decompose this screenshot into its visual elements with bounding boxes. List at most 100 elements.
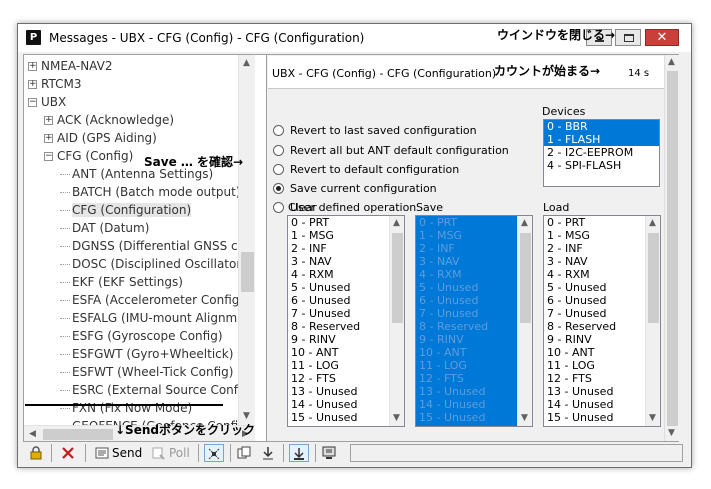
clear-section-item[interactable]: 9 - RINV (288, 333, 404, 346)
save-section-item[interactable]: 13 - Unused (416, 385, 532, 398)
tree-item[interactable]: ESFG (Gyroscope Config) (60, 327, 223, 345)
maximize-button[interactable] (615, 29, 641, 46)
scroll-up-icon[interactable]: ▲ (668, 57, 675, 67)
delete-button[interactable] (61, 444, 78, 462)
tree-item[interactable]: ESRC (External Source Confic (60, 381, 248, 399)
lock-button[interactable] (29, 444, 46, 462)
tree-item[interactable]: + ACK (Acknowledge) (44, 111, 174, 129)
tree-item[interactable]: BATCH (Batch mode output) (60, 183, 240, 201)
save-section-item[interactable]: 5 - Unused (416, 281, 532, 294)
clear-section-item[interactable]: 11 - LOG (288, 359, 404, 372)
clear-section-item[interactable]: 5 - Unused (288, 281, 404, 294)
scroll-up-icon[interactable]: ▲ (649, 218, 656, 228)
radio-checked-icon[interactable] (273, 182, 284, 194)
clear-section-item[interactable]: 12 - FTS (288, 372, 404, 385)
tree-item[interactable]: ESFA (Accelerometer Config (60, 291, 239, 309)
save-section-item[interactable]: 9 - RINV (416, 333, 532, 346)
auto-refresh-button[interactable] (204, 444, 224, 462)
tree-vertical-scrollbar[interactable]: ▲ ▼ (238, 55, 255, 425)
save-section-item[interactable]: 3 - NAV (416, 255, 532, 268)
load-section-item[interactable]: 6 - Unused (544, 294, 660, 307)
copy-button[interactable] (237, 444, 254, 462)
save-section-item[interactable]: 8 - Reserved (416, 320, 532, 333)
load-section-item[interactable]: 2 - INF (544, 242, 660, 255)
tree-item[interactable]: EKF (EKF Settings) (60, 273, 183, 291)
clear-section-item[interactable]: 15 - Unused (288, 411, 404, 424)
load-section-item[interactable]: 9 - RINV (544, 333, 660, 346)
radio-option[interactable]: Revert to default configuration (273, 163, 459, 179)
tree-item[interactable]: DAT (Datum) (60, 219, 149, 237)
save-section-item[interactable]: 11 - LOG (416, 359, 532, 372)
tree-item[interactable]: DGNSS (Differential GNSS co (60, 237, 245, 255)
load-section-item[interactable]: 0 - PRT (544, 216, 660, 229)
clear-section-item[interactable]: 8 - Reserved (288, 320, 404, 333)
scroll-up-icon[interactable]: ▲ (521, 218, 528, 228)
scroll-up-icon[interactable]: ▲ (393, 218, 400, 228)
scroll-left-icon[interactable]: ◀ (29, 429, 36, 439)
radio-option[interactable]: Revert to last saved configuration (273, 124, 477, 140)
save-section-item[interactable]: 14 - Unused (416, 398, 532, 411)
load-section-item[interactable]: 15 - Unused (544, 411, 660, 424)
scroll-up-icon[interactable]: ▲ (243, 58, 250, 68)
radio-unchecked-icon[interactable] (273, 201, 284, 213)
expand-icon[interactable]: + (44, 134, 53, 143)
paste-button[interactable] (261, 444, 278, 462)
panel-vertical-scrollbar[interactable]: ▲ ▼ (664, 55, 679, 441)
load-section-item[interactable]: 4 - RXM (544, 268, 660, 281)
save-section-item[interactable]: 1 - MSG (416, 229, 532, 242)
scroll-down-icon[interactable]: ▼ (668, 428, 675, 438)
expand-icon[interactable]: + (44, 116, 53, 125)
load-section-item[interactable]: 1 - MSG (544, 229, 660, 242)
load-section-item[interactable]: 11 - LOG (544, 359, 660, 372)
tree-item[interactable]: − UBX (28, 93, 66, 111)
message-tree[interactable]: GEOFENCE (Geofence ConfigFXN (Fix Now Mo… (23, 54, 268, 442)
device-item[interactable]: 4 - SPI-FLASH (544, 159, 659, 172)
radio-unchecked-icon[interactable] (273, 124, 284, 136)
load-sections-listbox[interactable]: 0 - PRT 1 - MSG 2 - INF 3 - NAV 4 - RXM 5 - U… (543, 215, 661, 427)
tree-item[interactable]: ESFGWT (Gyro+Wheeltick) (60, 345, 233, 363)
scroll-down-icon[interactable]: ▼ (521, 413, 528, 423)
scroll-down-icon[interactable]: ▼ (243, 411, 250, 421)
tree-item[interactable]: DOSC (Disciplined Oscillator (60, 255, 241, 273)
collapse-icon[interactable]: − (28, 98, 37, 107)
load-list-scrollbar[interactable]: ▲ ▼ (645, 216, 660, 426)
list-scroll-thumb[interactable] (392, 233, 403, 323)
clear-section-item[interactable]: 2 - INF (288, 242, 404, 255)
save-section-item[interactable]: 4 - RXM (416, 268, 532, 281)
expand-icon[interactable]: + (28, 62, 37, 71)
tree-item[interactable]: + NMEA-NAV2 (28, 57, 112, 75)
close-button[interactable]: ✕ (645, 29, 679, 46)
clear-section-item[interactable]: 3 - NAV (288, 255, 404, 268)
save-section-item[interactable]: 12 - FTS (416, 372, 532, 385)
clear-sections-listbox[interactable]: 0 - PRT 1 - MSG 2 - INF 3 - NAV 4 - RXM 5 - U… (287, 215, 405, 427)
clear-section-item[interactable]: 0 - PRT (288, 216, 404, 229)
clear-section-item[interactable]: 1 - MSG (288, 229, 404, 242)
load-section-item[interactable]: 8 - Reserved (544, 320, 660, 333)
radio-unchecked-icon[interactable] (273, 163, 284, 175)
list-scroll-thumb[interactable] (520, 233, 531, 323)
load-section-item[interactable]: 12 - FTS (544, 372, 660, 385)
radio-unchecked-icon[interactable] (273, 144, 284, 156)
scroll-down-icon[interactable]: ▼ (649, 413, 656, 423)
clear-section-item[interactable]: 13 - Unused (288, 385, 404, 398)
save-list-scrollbar[interactable]: ▲ ▼ (517, 216, 532, 426)
clear-list-scrollbar[interactable]: ▲ ▼ (389, 216, 404, 426)
save-sections-listbox[interactable]: 0 - PRT 1 - MSG 2 - INF 3 - NAV 4 - RXM 5 - U… (415, 215, 533, 427)
list-scroll-thumb[interactable] (648, 233, 659, 323)
statistics-button[interactable] (322, 444, 339, 462)
tree-hscroll-thumb[interactable] (43, 429, 113, 440)
panel-scroll-thumb[interactable] (667, 71, 678, 426)
tree-item[interactable]: ESFWT (Wheel-Tick Config) (60, 363, 233, 381)
poll-button[interactable]: Poll (152, 444, 190, 462)
save-section-item[interactable]: 0 - PRT (416, 216, 532, 229)
save-section-item[interactable]: 6 - Unused (416, 294, 532, 307)
tree-item[interactable]: + RTCM3 (28, 75, 81, 93)
load-section-item[interactable]: 14 - Unused (544, 398, 660, 411)
clear-section-item[interactable]: 4 - RXM (288, 268, 404, 281)
save-section-item[interactable]: 10 - ANT (416, 346, 532, 359)
load-section-item[interactable]: 5 - Unused (544, 281, 660, 294)
load-section-item[interactable]: 3 - NAV (544, 255, 660, 268)
load-section-item[interactable]: 7 - Unused (544, 307, 660, 320)
load-section-item[interactable]: 10 - ANT (544, 346, 660, 359)
devices-listbox[interactable]: 0 - BBR 1 - FLASH 2 - I2C-EEPROM 4 - SPI-FL… (543, 119, 660, 187)
